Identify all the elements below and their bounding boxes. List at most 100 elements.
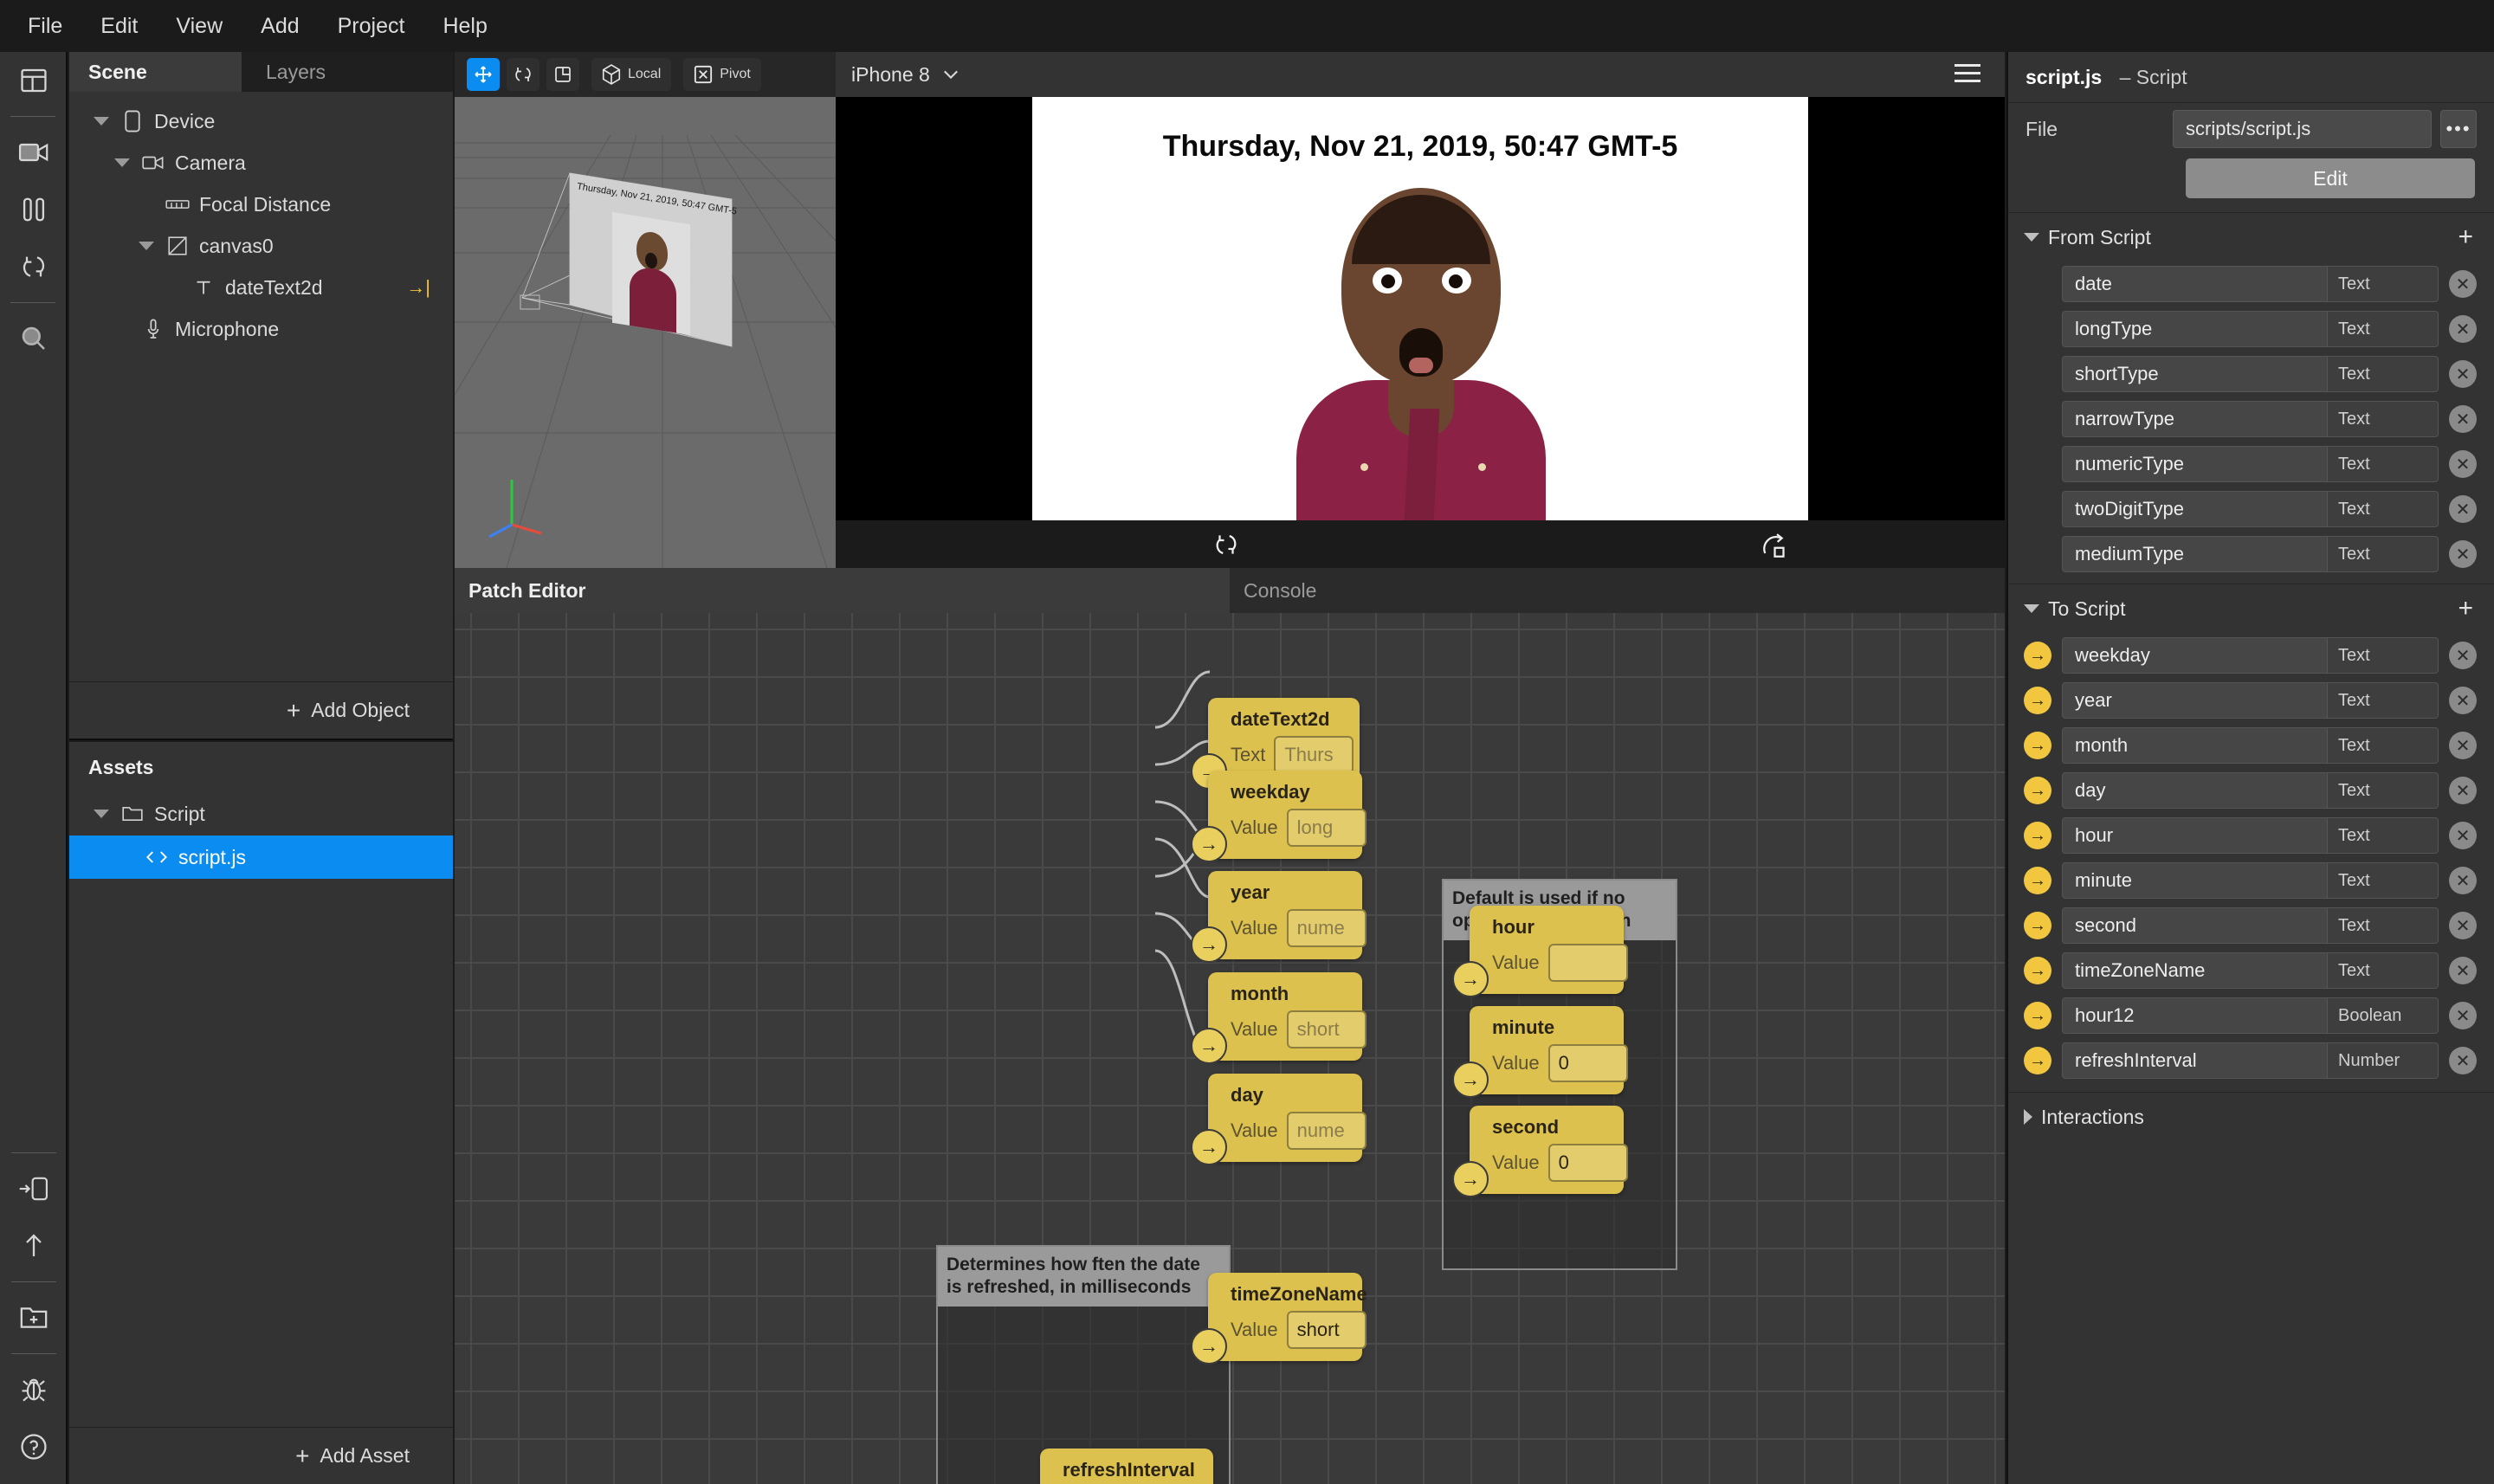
- remove-variable-button[interactable]: ✕: [2449, 777, 2477, 804]
- variable-type[interactable]: Text: [2328, 637, 2439, 674]
- scene-tree-item-microphone[interactable]: Microphone: [69, 308, 453, 350]
- add-from-script-button[interactable]: +: [2458, 223, 2473, 252]
- patch-node-year[interactable]: year Value nume →: [1191, 871, 1367, 963]
- from-script-row[interactable]: → narrowType Text ✕: [2008, 397, 2494, 442]
- add-object-button[interactable]: + Add Object: [69, 681, 453, 739]
- patch-node-input-port[interactable]: →: [1191, 1129, 1227, 1165]
- to-script-row[interactable]: → hour Text ✕: [2008, 813, 2494, 858]
- scene-tree-item-datetext2d[interactable]: dateText2d →|: [69, 267, 453, 308]
- variable-name[interactable]: refreshInterval: [2062, 1042, 2328, 1079]
- search-icon[interactable]: [0, 310, 68, 367]
- add-folder-icon[interactable]: [0, 1289, 68, 1346]
- remove-variable-button[interactable]: ✕: [2449, 495, 2477, 523]
- variable-name[interactable]: hour12: [2062, 997, 2328, 1034]
- send-to-device-icon[interactable]: [0, 1160, 68, 1217]
- to-script-row[interactable]: → month Text ✕: [2008, 723, 2494, 768]
- variable-name[interactable]: narrowType: [2062, 401, 2328, 437]
- variable-name[interactable]: minute: [2062, 862, 2328, 899]
- reset-icon[interactable]: [1213, 532, 1239, 558]
- move-tool-button[interactable]: [467, 58, 500, 91]
- tab-layers[interactable]: Layers: [242, 52, 453, 92]
- asset-item-script-js[interactable]: script.js: [69, 836, 453, 879]
- variable-type[interactable]: Text: [2328, 311, 2439, 347]
- patch-value-field[interactable]: long: [1286, 809, 1367, 847]
- patch-node-refreshinterval[interactable]: refreshInterval Value 1,000 →: [1040, 1449, 1213, 1484]
- menu-item-view[interactable]: View: [157, 0, 242, 52]
- patch-node-day[interactable]: day Value nume →: [1191, 1074, 1367, 1165]
- variable-type[interactable]: Text: [2328, 682, 2439, 719]
- rotate-tool-button[interactable]: [507, 58, 540, 91]
- chevron-down-icon[interactable]: [94, 117, 109, 126]
- pause-icon[interactable]: [0, 181, 68, 238]
- menu-item-file[interactable]: File: [9, 0, 81, 52]
- variable-name[interactable]: weekday: [2062, 637, 2328, 674]
- patch-node-month[interactable]: month Value short →: [1191, 972, 1367, 1064]
- remove-variable-button[interactable]: ✕: [2449, 732, 2477, 759]
- patch-node-input-port[interactable]: →: [1191, 926, 1227, 963]
- remove-variable-button[interactable]: ✕: [2449, 687, 2477, 714]
- variable-name[interactable]: twoDigitType: [2062, 491, 2328, 527]
- chevron-down-icon[interactable]: [139, 242, 154, 250]
- menu-item-edit[interactable]: Edit: [81, 0, 157, 52]
- variable-name[interactable]: second: [2062, 907, 2328, 944]
- pivot-button[interactable]: Pivot: [683, 58, 761, 91]
- variable-type[interactable]: Text: [2328, 907, 2439, 944]
- variable-type[interactable]: Text: [2328, 817, 2439, 854]
- patch-node-weekday[interactable]: weekday Value long →: [1191, 771, 1367, 862]
- variable-type[interactable]: Text: [2328, 952, 2439, 989]
- patch-node-second[interactable]: second Value 0 →: [1452, 1106, 1628, 1197]
- scene-tree-item-device[interactable]: Device: [69, 100, 453, 142]
- variable-type[interactable]: Text: [2328, 266, 2439, 302]
- variable-name[interactable]: longType: [2062, 311, 2328, 347]
- remove-variable-button[interactable]: ✕: [2449, 642, 2477, 669]
- variable-type[interactable]: Text: [2328, 356, 2439, 392]
- from-script-header[interactable]: From Script +: [2008, 213, 2494, 261]
- hamburger-icon[interactable]: [1954, 64, 1980, 87]
- remove-variable-button[interactable]: ✕: [2449, 1047, 2477, 1074]
- scene-tree-item-focal-distance[interactable]: Focal Distance: [69, 184, 453, 225]
- from-script-row[interactable]: → mediumType Text ✕: [2008, 532, 2494, 577]
- remove-variable-button[interactable]: ✕: [2449, 540, 2477, 568]
- variable-name[interactable]: shortType: [2062, 356, 2328, 392]
- chevron-down-icon[interactable]: [2024, 233, 2039, 242]
- to-script-row[interactable]: → minute Text ✕: [2008, 858, 2494, 903]
- variable-type[interactable]: Number: [2328, 1042, 2439, 1079]
- patch-node-input-port[interactable]: →: [1452, 1161, 1489, 1197]
- variable-type[interactable]: Text: [2328, 772, 2439, 809]
- patch-node-input-port[interactable]: →: [1191, 1328, 1227, 1365]
- remove-variable-button[interactable]: ✕: [2449, 405, 2477, 433]
- menu-item-project[interactable]: Project: [319, 0, 424, 52]
- patch-value-field[interactable]: 0: [1547, 1044, 1628, 1082]
- help-icon[interactable]: [0, 1418, 68, 1475]
- to-script-row[interactable]: → day Text ✕: [2008, 768, 2494, 813]
- scene-tree-item-canvas0[interactable]: canvas0: [69, 225, 453, 267]
- bug-icon[interactable]: [0, 1361, 68, 1418]
- remove-variable-button[interactable]: ✕: [2449, 360, 2477, 388]
- to-script-row[interactable]: → refreshInterval Number ✕: [2008, 1038, 2494, 1083]
- variable-type[interactable]: Text: [2328, 446, 2439, 482]
- from-script-row[interactable]: → twoDigitType Text ✕: [2008, 487, 2494, 532]
- device-selector[interactable]: iPhone 8: [836, 63, 959, 87]
- remove-variable-button[interactable]: ✕: [2449, 822, 2477, 849]
- variable-name[interactable]: year: [2062, 682, 2328, 719]
- local-space-button[interactable]: Local: [591, 58, 672, 91]
- variable-name[interactable]: month: [2062, 727, 2328, 764]
- patch-value-field[interactable]: short: [1286, 1311, 1367, 1349]
- asset-folder-script[interactable]: Script: [69, 792, 453, 836]
- patch-value-field[interactable]: 0: [1547, 1144, 1628, 1182]
- variable-name[interactable]: hour: [2062, 817, 2328, 854]
- scene-tree-item-camera[interactable]: Camera: [69, 142, 453, 184]
- tab-patch-editor[interactable]: Patch Editor: [455, 568, 1230, 613]
- patch-value-field[interactable]: short: [1286, 1010, 1367, 1048]
- to-script-header[interactable]: To Script +: [2008, 584, 2494, 633]
- patch-node-input-port[interactable]: →: [1452, 961, 1489, 997]
- chevron-down-icon[interactable]: [114, 158, 130, 167]
- variable-name[interactable]: day: [2062, 772, 2328, 809]
- variable-name[interactable]: mediumType: [2062, 536, 2328, 572]
- from-script-row[interactable]: → numericType Text ✕: [2008, 442, 2494, 487]
- to-script-row[interactable]: → hour12 Boolean ✕: [2008, 993, 2494, 1038]
- from-script-row[interactable]: → longType Text ✕: [2008, 306, 2494, 352]
- variable-name[interactable]: timeZoneName: [2062, 952, 2328, 989]
- variable-name[interactable]: date: [2062, 266, 2328, 302]
- scene-viewport[interactable]: Thursday, Nov 21, 2019, 50:47 GMT-5 Loca…: [455, 52, 836, 568]
